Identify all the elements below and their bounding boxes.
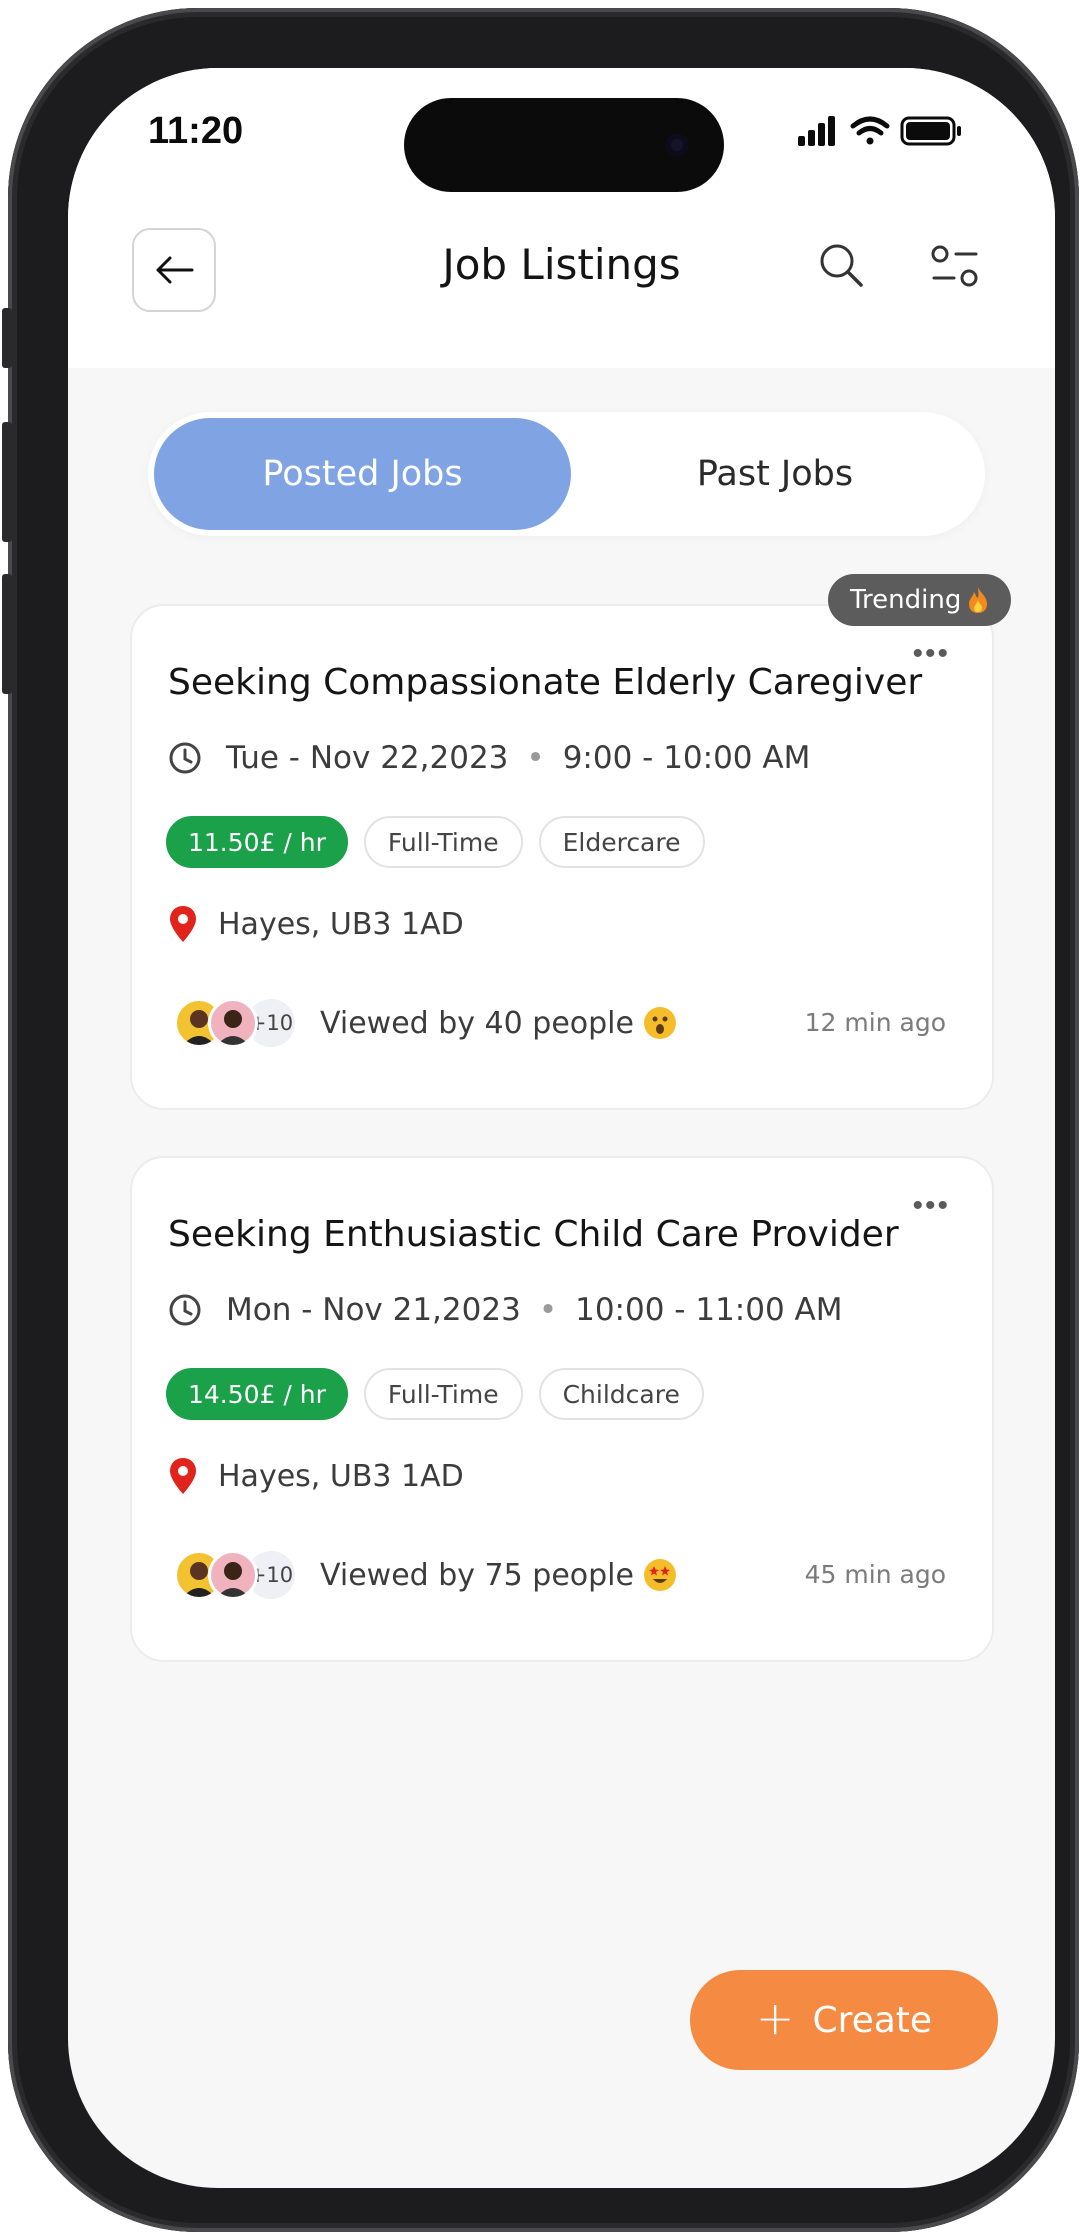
job-card[interactable]: ••• Seeking Compassionate Elderly Caregi… — [130, 604, 994, 1110]
viewed-count: Viewed by 75 people — [320, 1558, 676, 1593]
category-tag: Childcare — [538, 1368, 704, 1420]
avatar — [208, 998, 258, 1048]
job-schedule: Mon - Nov 21,2023 • 10:00 - 11:00 AM — [168, 1292, 842, 1328]
job-time: 10:00 - 11:00 AM — [575, 1292, 843, 1328]
create-button[interactable]: + Create — [690, 1970, 998, 2070]
signal-icon — [798, 116, 835, 146]
viewed-text: Viewed by 40 people — [320, 1005, 634, 1041]
top-bar: 11:20 Job Listings — [68, 68, 1055, 368]
side-button-volume-up — [2, 422, 12, 542]
tab-posted-jobs[interactable]: Posted Jobs — [154, 418, 571, 530]
job-date: Mon - Nov 21,2023 — [226, 1292, 521, 1328]
job-date: Tue - Nov 22,2023 — [226, 740, 509, 776]
posted-time: 45 min ago — [804, 1560, 946, 1589]
clock-icon — [169, 1294, 201, 1326]
create-label: Create — [812, 1999, 933, 2041]
separator-dot: • — [526, 740, 545, 776]
job-time: 9:00 - 10:00 AM — [562, 740, 811, 776]
clock-icon — [169, 742, 201, 774]
trending-badge: Trending — [828, 574, 1012, 626]
trending-label: Trending — [850, 585, 962, 615]
job-card[interactable]: ••• Seeking Enthusiastic Child Care Prov… — [130, 1156, 994, 1662]
job-type-tag: Full-Time — [363, 1368, 523, 1420]
viewers-row: +10 Viewed by 40 people — [174, 996, 676, 1050]
job-location: Hayes, UB3 1AD — [168, 904, 464, 944]
category-tag: Eldercare — [538, 816, 705, 868]
page-title: Job Listings — [442, 240, 681, 289]
wifi-icon — [850, 116, 890, 145]
jobs-tab-switch: Posted Jobs Past Jobs — [148, 412, 985, 536]
avatar — [208, 1550, 258, 1600]
location-text: Hayes, UB3 1AD — [218, 1458, 464, 1494]
job-tags: 11.50£ / hr Full-Time Eldercare — [166, 816, 705, 868]
job-tags: 14.50£ / hr Full-Time Childcare — [166, 1368, 704, 1420]
side-button-action — [2, 308, 12, 368]
tab-past-jobs[interactable]: Past Jobs — [571, 418, 979, 530]
filter-icon[interactable] — [930, 244, 980, 295]
fire-icon — [969, 587, 988, 613]
star-struck-emoji-icon — [643, 1559, 676, 1591]
rate-tag: 11.50£ / hr — [166, 816, 348, 868]
battery-icon — [900, 116, 961, 146]
screen: 11:20 Job Listings Posted Jobs Past Jobs… — [68, 68, 1055, 2188]
camera-icon — [666, 134, 688, 156]
job-type-tag: Full-Time — [363, 816, 523, 868]
job-title: Seeking Compassionate Elderly Caregiver — [168, 662, 923, 703]
search-icon[interactable] — [818, 242, 864, 293]
viewers-row: +10 Viewed by 75 people — [174, 1548, 676, 1602]
job-title: Seeking Enthusiastic Child Care Provider — [168, 1214, 899, 1255]
dynamic-island — [404, 98, 724, 192]
more-options-icon[interactable]: ••• — [912, 639, 950, 669]
more-options-icon[interactable]: ••• — [912, 1191, 950, 1221]
location-text: Hayes, UB3 1AD — [218, 906, 464, 942]
posted-time: 12 min ago — [804, 1008, 946, 1037]
separator-dot: • — [538, 1292, 558, 1328]
surprised-emoji-icon — [643, 1007, 676, 1039]
location-pin-icon — [170, 1458, 196, 1494]
location-pin-icon — [170, 906, 196, 942]
viewed-text: Viewed by 75 people — [320, 1557, 634, 1593]
rate-tag: 14.50£ / hr — [166, 1368, 348, 1420]
viewed-count: Viewed by 40 people — [320, 1006, 676, 1041]
job-location: Hayes, UB3 1AD — [168, 1456, 464, 1496]
status-icons — [798, 112, 988, 157]
side-button-volume-down — [2, 574, 12, 694]
status-time: 11:20 — [148, 110, 244, 152]
phone-frame: 11:20 Job Listings Posted Jobs Past Jobs… — [2, 8, 1079, 2232]
plus-icon: + — [755, 1991, 795, 2045]
job-schedule: Tue - Nov 22,2023 • 9:00 - 10:00 AM — [168, 740, 810, 776]
